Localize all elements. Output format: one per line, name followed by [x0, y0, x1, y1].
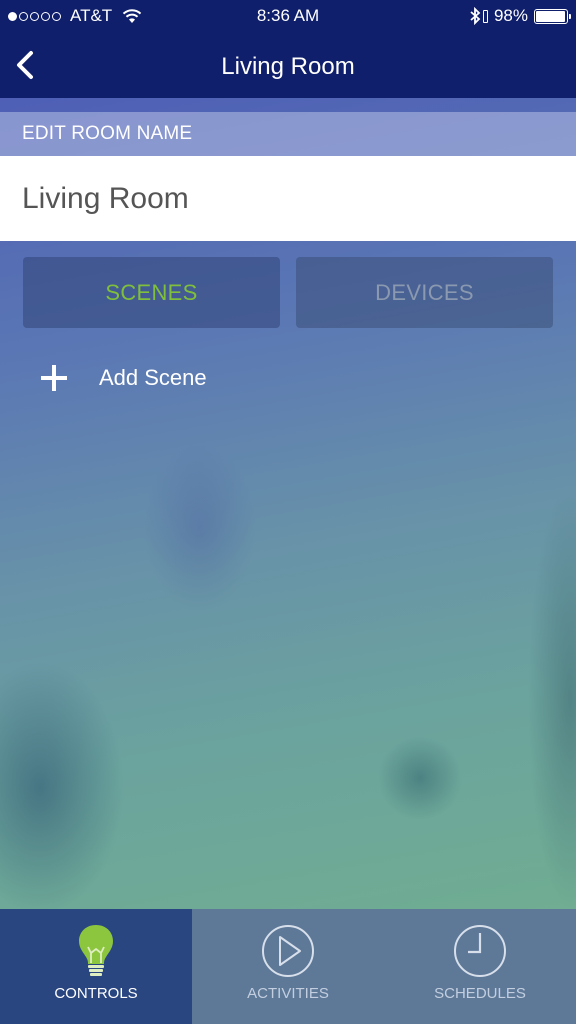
edit-room-name-label: EDIT ROOM NAME	[0, 112, 576, 156]
navigation-bar: Living Room	[0, 33, 576, 98]
battery-fill	[536, 10, 566, 22]
tab-scenes[interactable]: SCENES	[23, 257, 280, 328]
battery-icon	[534, 8, 571, 24]
tab-controls-label: CONTROLS	[54, 985, 138, 1002]
chevron-left-icon	[17, 51, 33, 79]
status-right: 98%	[470, 6, 571, 26]
back-button[interactable]	[10, 47, 40, 83]
clock-icon	[454, 925, 506, 977]
bottom-tab-bar: CONTROLS ACTIVITIES SCHEDULES	[0, 909, 576, 1024]
lightbulb-icon	[79, 925, 113, 976]
bluetooth-icon	[470, 7, 481, 25]
plus-icon	[36, 360, 72, 396]
add-scene-button[interactable]: Add Scene	[36, 356, 207, 400]
tab-activities[interactable]: ACTIVITIES	[192, 909, 384, 1024]
page-title: Living Room	[221, 53, 355, 80]
tab-controls[interactable]: CONTROLS	[0, 909, 192, 1024]
room-name-input[interactable]	[0, 156, 576, 241]
play-circle-icon	[262, 925, 314, 977]
tab-schedules[interactable]: SCHEDULES	[384, 909, 576, 1024]
tab-schedules-label: SCHEDULES	[434, 985, 526, 1002]
add-scene-label: Add Scene	[99, 365, 207, 390]
tab-devices[interactable]: DEVICES	[296, 257, 553, 328]
tab-activities-label: ACTIVITIES	[247, 985, 329, 1002]
battery-small-icon	[482, 9, 488, 23]
battery-percent: 98%	[493, 6, 528, 25]
status-bar: AT&T 8:36 AM 98%	[0, 0, 576, 33]
